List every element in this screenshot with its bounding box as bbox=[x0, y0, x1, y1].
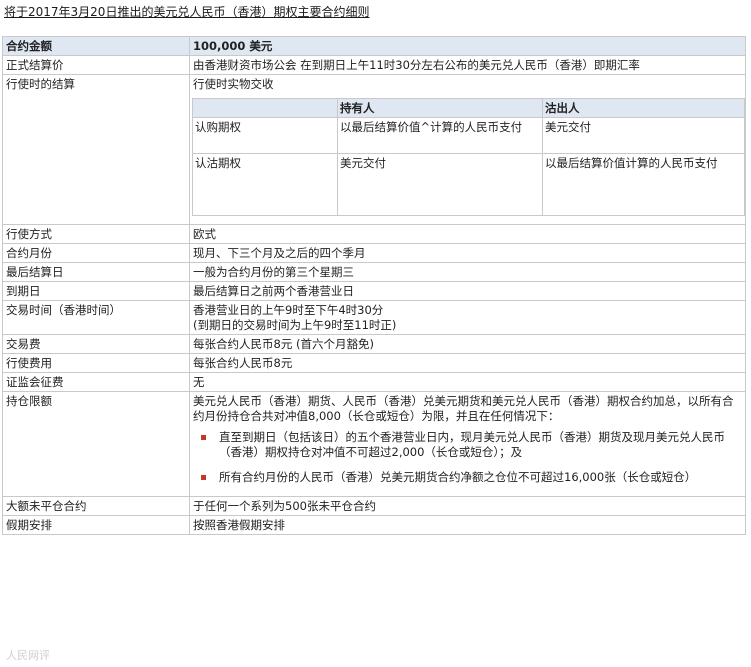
subtable-header-row: 持有人 沽出人 bbox=[192, 98, 745, 118]
row-label: 合约月份 bbox=[2, 243, 190, 263]
table-row: 合约月份 现月、下三个月及之后的四个季月 bbox=[2, 243, 746, 263]
table-row: 行使费用 每张合约人民币8元 bbox=[2, 353, 746, 373]
table-row: 持仓限额 美元兑人民币（香港）期货、人民币（香港）兑美元期货和美元兑人民币（香港… bbox=[2, 391, 746, 497]
subtable-row-label: 认沽期权 bbox=[192, 153, 338, 216]
contract-spec-table: 合约金额 100,000 美元 正式结算价 由香港财资市场公会 在到期日上午11… bbox=[2, 36, 746, 535]
row-value: 每张合约人民币8元 (首六个月豁免) bbox=[189, 334, 746, 354]
table-row: 行使时的结算 行使时实物交收 持有人 沽出人 认购期权 以最后结算价值^计算的人… bbox=[2, 74, 746, 225]
list-item-text: 直至到期日（包括该日）的五个香港营业日内，现月美元兑人民币（香港）期货及现月美元… bbox=[219, 430, 725, 459]
row-label: 到期日 bbox=[2, 281, 190, 301]
row-label: 行使时的结算 bbox=[2, 74, 190, 225]
list-item: 所有合约月份的人民币（香港）兑美元期货合约净额之仓位不可超过16,000张（长仓… bbox=[201, 470, 742, 485]
row-value: 于任何一个系列为500张未平仓合约 bbox=[189, 496, 746, 516]
row-value: 香港营业日的上午9时至下午4时30分 bbox=[193, 303, 384, 317]
subtable-cell: 以最后结算价值^计算的人民币支付 bbox=[337, 117, 543, 154]
row-value: 按照香港假期安排 bbox=[189, 515, 746, 535]
row-value-cell: 香港营业日的上午9时至下午4时30分 (到期日的交易时间为上午9时至11时正) bbox=[189, 300, 746, 335]
row-value-cell: 美元兑人民币（香港）期货、人民币（香港）兑美元期货和美元兑人民币（香港）期权合约… bbox=[189, 391, 746, 497]
row-value: 每张合约人民币8元 bbox=[189, 353, 746, 373]
subtable-header-empty bbox=[192, 98, 338, 118]
row-value: 一般为合约月份的第三个星期三 bbox=[189, 262, 746, 282]
table-row: 到期日 最后结算日之前两个香港营业日 bbox=[2, 281, 746, 301]
watermark: 人民网评 bbox=[6, 649, 50, 662]
row-label: 行使方式 bbox=[2, 224, 190, 244]
row-label: 交易时间（香港时间） bbox=[2, 300, 190, 335]
row-label: 持仓限额 bbox=[2, 391, 190, 497]
row-value: 欧式 bbox=[189, 224, 746, 244]
subtable-cell: 美元交付 bbox=[542, 117, 745, 154]
row-value: 最后结算日之前两个香港营业日 bbox=[189, 281, 746, 301]
table-row: 交易时间（香港时间） 香港营业日的上午9时至下午4时30分 (到期日的交易时间为… bbox=[2, 300, 746, 335]
subtable-row: 认沽期权 美元交付 以最后结算价值计算的人民币支付 bbox=[192, 153, 745, 216]
row-label: 正式结算价 bbox=[2, 55, 190, 75]
row-label: 行使费用 bbox=[2, 353, 190, 373]
subtable-header-writer: 沽出人 bbox=[542, 98, 745, 118]
table-row: 大额未平仓合约 于任何一个系列为500张未平仓合约 bbox=[2, 496, 746, 516]
row-label: 证监会征费 bbox=[2, 372, 190, 392]
row-value: 行使时实物交收 bbox=[193, 77, 274, 91]
row-value: 现月、下三个月及之后的四个季月 bbox=[189, 243, 746, 263]
table-header-row: 合约金额 100,000 美元 bbox=[2, 36, 746, 56]
subtable-row-label: 认购期权 bbox=[192, 117, 338, 154]
row-value: 无 bbox=[189, 372, 746, 392]
subtable-cell: 以最后结算价值计算的人民币支付 bbox=[542, 153, 745, 216]
table-row: 最后结算日 一般为合约月份的第三个星期三 bbox=[2, 262, 746, 282]
row-label: 合约金额 bbox=[2, 36, 190, 56]
subtable-cell: 美元交付 bbox=[337, 153, 543, 216]
row-label: 假期安排 bbox=[2, 515, 190, 535]
table-row: 交易费 每张合约人民币8元 (首六个月豁免) bbox=[2, 334, 746, 354]
row-value-cell: 行使时实物交收 持有人 沽出人 认购期权 以最后结算价值^计算的人民币支付 美元… bbox=[189, 74, 746, 225]
subtable-header-holder: 持有人 bbox=[337, 98, 543, 118]
table-row: 正式结算价 由香港财资市场公会 在到期日上午11时30分左右公布的美元兑人民币（… bbox=[2, 55, 746, 75]
row-value: 美元兑人民币（香港）期货、人民币（香港）兑美元期货和美元兑人民币（香港）期权合约… bbox=[193, 394, 734, 423]
row-value: 由香港财资市场公会 在到期日上午11时30分左右公布的美元兑人民币（香港）即期汇… bbox=[189, 55, 746, 75]
bullet-square-icon bbox=[201, 435, 206, 440]
page-title: 将于2017年3月20日推出的美元兑人民币（香港）期权主要合约细则 bbox=[4, 5, 370, 19]
row-label: 大额未平仓合约 bbox=[2, 496, 190, 516]
position-limit-list: 直至到期日（包括该日）的五个香港营业日内，现月美元兑人民币（香港）期货及现月美元… bbox=[193, 430, 742, 485]
row-value: 100,000 美元 bbox=[189, 36, 746, 56]
table-row: 假期安排 按照香港假期安排 bbox=[2, 515, 746, 535]
table-row: 证监会征费 无 bbox=[2, 372, 746, 392]
row-label: 交易费 bbox=[2, 334, 190, 354]
settlement-subtable: 持有人 沽出人 认购期权 以最后结算价值^计算的人民币支付 美元交付 认沽期权 … bbox=[192, 98, 745, 216]
subtable-row: 认购期权 以最后结算价值^计算的人民币支付 美元交付 bbox=[192, 117, 745, 154]
bullet-square-icon bbox=[201, 475, 206, 480]
row-label: 最后结算日 bbox=[2, 262, 190, 282]
table-row: 行使方式 欧式 bbox=[2, 224, 746, 244]
list-item: 直至到期日（包括该日）的五个香港营业日内，现月美元兑人民币（香港）期货及现月美元… bbox=[201, 430, 742, 460]
list-item-text: 所有合约月份的人民币（香港）兑美元期货合约净额之仓位不可超过16,000张（长仓… bbox=[219, 470, 697, 484]
row-value-note: (到期日的交易时间为上午9时至11时正) bbox=[193, 318, 397, 332]
